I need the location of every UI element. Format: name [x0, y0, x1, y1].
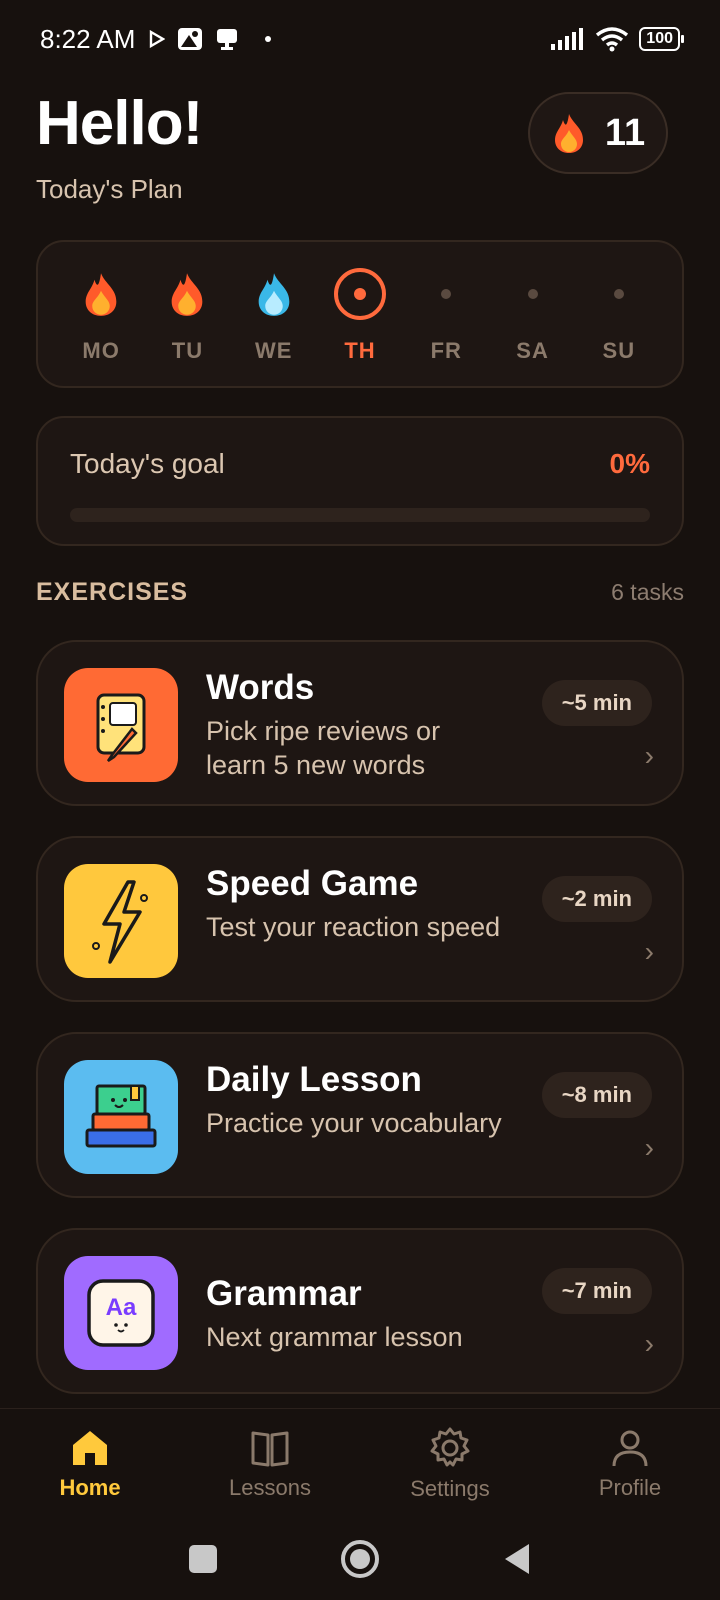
wifi-icon [596, 27, 629, 52]
lightning-icon [64, 864, 178, 978]
day-sa: SA [498, 264, 568, 364]
nav-lessons[interactable]: Lessons [195, 1427, 345, 1501]
play-store-icon [150, 30, 166, 48]
exercise-name: Grammar [206, 1274, 362, 1313]
notebook-pencil-icon [64, 668, 178, 782]
back-button[interactable] [501, 1542, 533, 1576]
day-su: SU [584, 264, 654, 364]
week-streak-card: MO TU WE TH FR SA SU [36, 240, 684, 388]
system-navigation [0, 1518, 720, 1600]
book-stack-icon [64, 1060, 178, 1174]
upcoming-dot-icon [441, 289, 452, 299]
upcoming-dot-icon [527, 289, 538, 299]
exercise-card-daily-lesson[interactable]: Daily Lesson Practice your vocabulary ~8… [36, 1032, 684, 1198]
battery-indicator: 100 [639, 27, 684, 51]
day-label: TH [344, 338, 376, 363]
photo-app-icon [178, 28, 203, 50]
notification-icon [217, 29, 238, 50]
nav-label: Settings [410, 1475, 490, 1501]
nav-label: Lessons [229, 1474, 311, 1500]
page-subtitle: Today's Plan [36, 174, 183, 204]
exercise-name: Daily Lesson [206, 1060, 422, 1099]
chevron-right-icon: › [644, 1132, 654, 1163]
exercise-name: Words [206, 668, 315, 707]
exercise-name: Speed Game [206, 864, 419, 903]
day-label: SA [516, 338, 549, 363]
nav-label: Home [59, 1474, 121, 1500]
chevron-right-icon: › [644, 1328, 654, 1359]
streak-count: 11 [604, 111, 646, 154]
day-label: FR [430, 338, 462, 363]
duration-pill: ~2 min [541, 876, 652, 922]
day-th: TH [325, 264, 395, 364]
svg-text:Aa: Aa [106, 1294, 137, 1321]
exercises-header: EXERCISES 6 tasks [36, 578, 684, 607]
chevron-right-icon: › [644, 936, 654, 967]
chevron-right-icon: › [644, 740, 654, 771]
exercise-description: Practice your vocabulary [206, 1108, 502, 1138]
day-fr: FR [411, 264, 481, 364]
day-label: WE [254, 338, 293, 363]
fire-icon [172, 273, 203, 316]
status-bar: 8:22 AM 100 [0, 0, 720, 78]
bottom-navigation: Home Lessons Settings Profile [0, 1408, 720, 1518]
fire-icon [85, 273, 117, 316]
daily-goal-card: Today's goal 0% [36, 416, 684, 546]
today-ring-icon [333, 268, 386, 320]
goal-label: Today's goal [70, 448, 225, 479]
home-button[interactable] [339, 1538, 381, 1580]
duration-pill: ~5 min [541, 680, 652, 726]
day-label: TU [171, 338, 204, 363]
duration-pill: ~8 min [541, 1072, 652, 1118]
day-mo: MO [66, 264, 136, 364]
task-count: 6 tasks [611, 579, 684, 605]
person-icon [612, 1430, 648, 1466]
gear-icon [430, 1427, 470, 1466]
status-time: 8:22 AM [40, 23, 136, 54]
book-icon [251, 1431, 289, 1466]
duration-pill: ~7 min [541, 1268, 652, 1314]
streak-badge[interactable]: 11 [528, 92, 668, 174]
exercise-card-grammar[interactable]: Aa Grammar Next grammar lesson ~7 min › [36, 1228, 684, 1394]
fire-icon [554, 114, 583, 153]
exercise-description: Next grammar lesson [206, 1322, 463, 1352]
exercise-card-words[interactable]: Words Pick ripe reviews or learn 5 new w… [36, 640, 684, 806]
nav-home[interactable]: Home [15, 1427, 165, 1501]
frozen-fire-icon [258, 273, 290, 316]
nav-label: Profile [598, 1474, 662, 1500]
nav-profile[interactable]: Profile [555, 1427, 705, 1501]
upcoming-dot-icon [613, 289, 624, 299]
nav-settings[interactable]: Settings [375, 1426, 525, 1502]
greeting-title: Hello! [36, 89, 203, 158]
exercise-description: Test your reaction speed [206, 912, 501, 942]
day-we: WE [239, 264, 309, 364]
goal-percent: 0% [609, 448, 650, 479]
more-notifications-dot [265, 36, 272, 42]
signal-icon [551, 28, 584, 50]
grammar-card-icon: Aa [64, 1256, 178, 1370]
section-title: EXERCISES [36, 578, 189, 606]
day-label: MO [82, 338, 120, 363]
exercise-card-speed-game[interactable]: Speed Game Test your reaction speed ~2 m… [36, 836, 684, 1002]
home-icon [73, 1430, 107, 1465]
day-label: SU [602, 338, 636, 363]
recent-apps-button[interactable] [187, 1543, 219, 1575]
goal-progress-bar [70, 508, 650, 522]
day-tu: TU [152, 264, 222, 364]
exercise-description: Pick ripe reviews or learn 5 new words [206, 716, 441, 780]
